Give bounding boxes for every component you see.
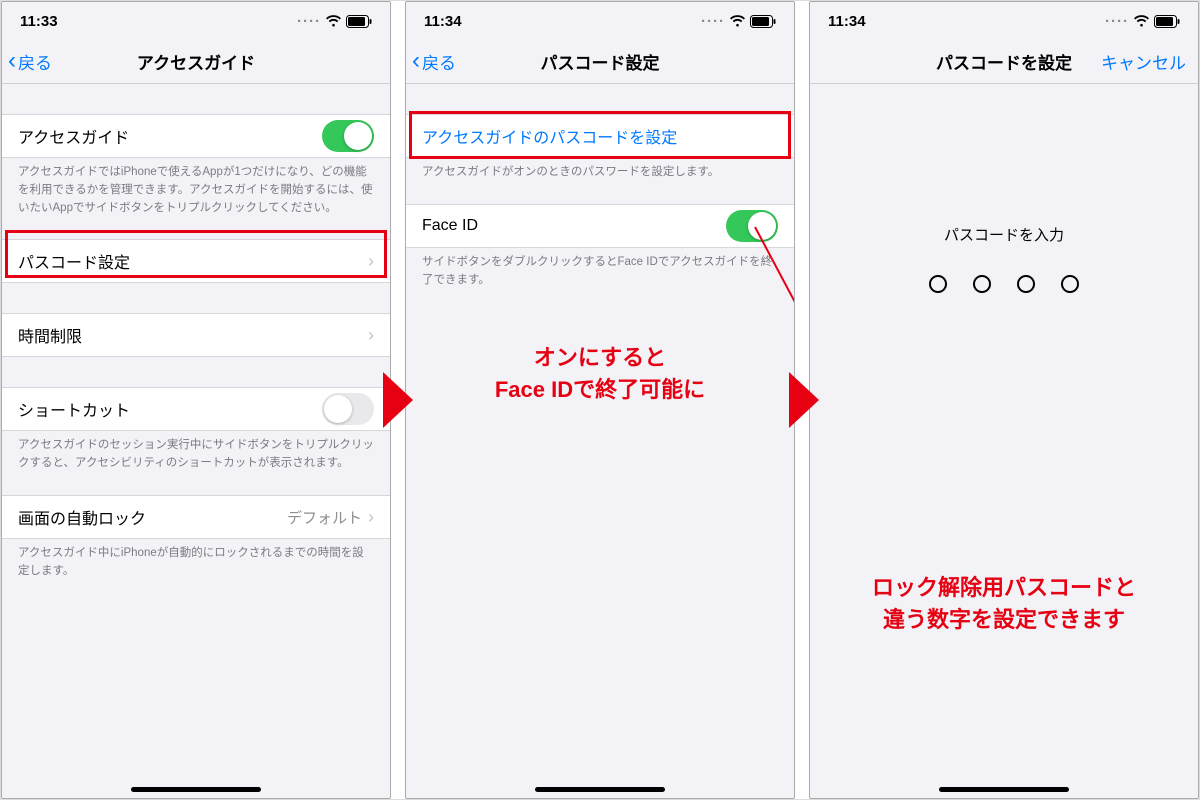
wifi-icon — [1133, 15, 1150, 28]
passcode-dot[interactable] — [1061, 275, 1079, 293]
home-indicator[interactable] — [131, 787, 261, 792]
toggle-face-id[interactable] — [726, 210, 778, 242]
footer-auto-lock: アクセスガイド中にiPhoneが自動的にロックされるまでの時間を設定します。 — [2, 539, 390, 581]
battery-icon — [1154, 15, 1180, 28]
row-value: デフォルト — [287, 507, 362, 528]
status-right — [1105, 13, 1180, 30]
tutorial-stage: 11:33 ‹ 戻る アクセスガイド アクセスガイド — [0, 0, 1200, 800]
chevron-right-icon: › — [368, 325, 374, 346]
toggle-shortcut[interactable] — [322, 393, 374, 425]
status-bar: 11:33 — [2, 2, 390, 40]
back-label: 戻る — [422, 49, 456, 74]
status-right — [297, 13, 372, 30]
row-label: ショートカット — [18, 397, 322, 421]
back-button[interactable]: ‹ 戻る — [412, 40, 456, 83]
phone-screen-1: 11:33 ‹ 戻る アクセスガイド アクセスガイド — [1, 1, 391, 799]
settings-list: アクセスガイド アクセスガイドではiPhoneで使えるAppが1つだけになり、ど… — [2, 84, 390, 798]
status-time: 11:34 — [424, 13, 462, 30]
status-bar: 11:34 — [406, 2, 794, 40]
cancel-button[interactable]: キャンセル — [1101, 40, 1186, 83]
row-shortcut[interactable]: ショートカット — [2, 387, 390, 431]
row-time-limit[interactable]: 時間制限 › — [2, 313, 390, 357]
row-face-id[interactable]: Face ID — [406, 204, 794, 248]
chevron-left-icon: ‹ — [8, 49, 16, 73]
wifi-icon — [325, 15, 342, 28]
phone-screen-3: 11:34 パスコードを設定 キャンセル パスコードを入力 — [809, 1, 1199, 799]
back-label: 戻る — [18, 49, 52, 74]
cellular-icon — [297, 13, 321, 30]
page-title: パスコードを設定 — [936, 49, 1072, 74]
chevron-left-icon: ‹ — [412, 49, 420, 73]
home-indicator[interactable] — [939, 787, 1069, 792]
row-label: 画面の自動ロック — [18, 505, 287, 529]
row-label: Face ID — [422, 217, 726, 235]
row-access-guide[interactable]: アクセスガイド — [2, 114, 390, 158]
row-label: アクセスガイドのパスコードを設定 — [422, 124, 778, 148]
chevron-right-icon: › — [368, 251, 374, 272]
back-button[interactable]: ‹ 戻る — [8, 40, 52, 83]
passcode-dot[interactable] — [1017, 275, 1035, 293]
battery-icon — [750, 15, 776, 28]
passcode-prompt: パスコードを入力 — [810, 224, 1198, 245]
home-indicator[interactable] — [535, 787, 665, 792]
row-auto-lock[interactable]: 画面の自動ロック デフォルト › — [2, 495, 390, 539]
row-label: 時間制限 — [18, 323, 368, 347]
chevron-right-icon: › — [368, 507, 374, 528]
toggle-access-guide[interactable] — [322, 120, 374, 152]
footer-set-passcode: アクセスガイドがオンのときのパスワードを設定します。 — [406, 158, 794, 182]
cellular-icon — [1105, 13, 1129, 30]
passcode-dots — [810, 275, 1198, 293]
footer-access-guide: アクセスガイドではiPhoneで使えるAppが1つだけになり、どの機能を利用でき… — [2, 158, 390, 217]
footer-face-id: サイドボタンをダブルクリックするとFace IDでアクセスガイドを終了できます。 — [406, 248, 794, 290]
status-time: 11:33 — [20, 13, 58, 30]
row-label: パスコード設定 — [18, 249, 368, 273]
wifi-icon — [729, 15, 746, 28]
nav-bar: パスコードを設定 キャンセル — [810, 40, 1198, 84]
cancel-label: キャンセル — [1101, 49, 1186, 74]
battery-icon — [346, 15, 372, 28]
status-right — [701, 13, 776, 30]
footer-shortcut: アクセスガイドのセッション実行中にサイドボタンをトリプルクリックすると、アクセシ… — [2, 431, 390, 473]
row-set-guided-passcode[interactable]: アクセスガイドのパスコードを設定 — [406, 114, 794, 158]
status-bar: 11:34 — [810, 2, 1198, 40]
settings-list: アクセスガイドのパスコードを設定 アクセスガイドがオンのときのパスワードを設定し… — [406, 84, 794, 798]
passcode-dot[interactable] — [929, 275, 947, 293]
page-title: パスコード設定 — [541, 49, 660, 74]
nav-bar: ‹ 戻る パスコード設定 — [406, 40, 794, 84]
nav-bar: ‹ 戻る アクセスガイド — [2, 40, 390, 84]
cellular-icon — [701, 13, 725, 30]
passcode-dot[interactable] — [973, 275, 991, 293]
phone-screen-2: 11:34 ‹ 戻る パスコード設定 アクセスガイドのパスコードを設定 — [405, 1, 795, 799]
page-title: アクセスガイド — [137, 49, 255, 74]
row-label: アクセスガイド — [18, 124, 322, 148]
passcode-entry: パスコードを入力 — [810, 84, 1198, 798]
status-time: 11:34 — [828, 13, 866, 30]
row-passcode-settings[interactable]: パスコード設定 › — [2, 239, 390, 283]
